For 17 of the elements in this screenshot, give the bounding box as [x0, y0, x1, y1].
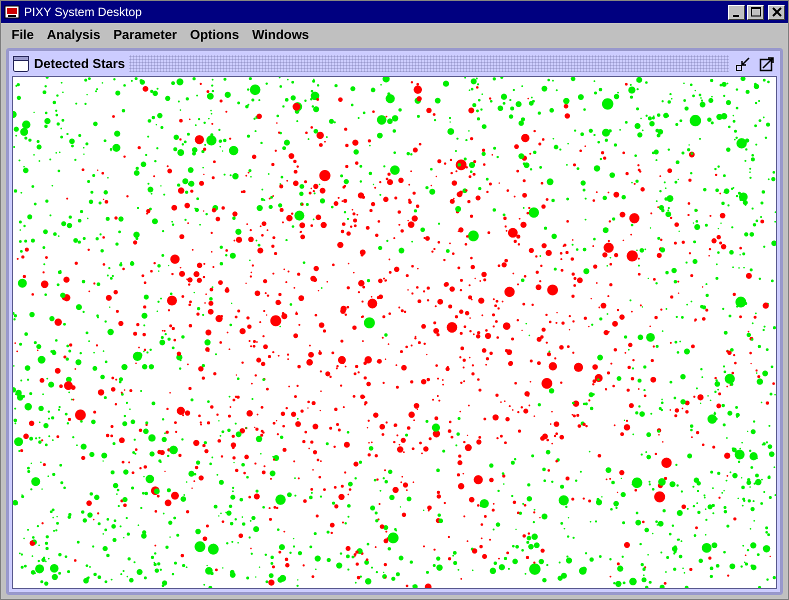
- internal-window-title: Detected Stars: [34, 56, 126, 71]
- menu-item[interactable]: Analysis: [40, 25, 107, 44]
- maximize-button[interactable]: [747, 4, 764, 20]
- minimize-icon: [732, 14, 738, 16]
- window-title: PIXY System Desktop: [24, 5, 142, 19]
- close-button[interactable]: [768, 4, 785, 20]
- maximize-icon: [750, 7, 762, 17]
- menu-item[interactable]: Parameter: [106, 25, 184, 44]
- menu-item[interactable]: Options: [184, 25, 246, 44]
- menu-item[interactable]: Windows: [246, 25, 316, 44]
- app-icon: [4, 4, 20, 20]
- close-icon: [770, 7, 782, 17]
- iconify-icon: [735, 56, 751, 72]
- menu-item[interactable]: File: [5, 25, 40, 44]
- window-icon: [12, 54, 30, 72]
- maximize-icon: [759, 56, 775, 72]
- minimize-button[interactable]: [728, 4, 745, 20]
